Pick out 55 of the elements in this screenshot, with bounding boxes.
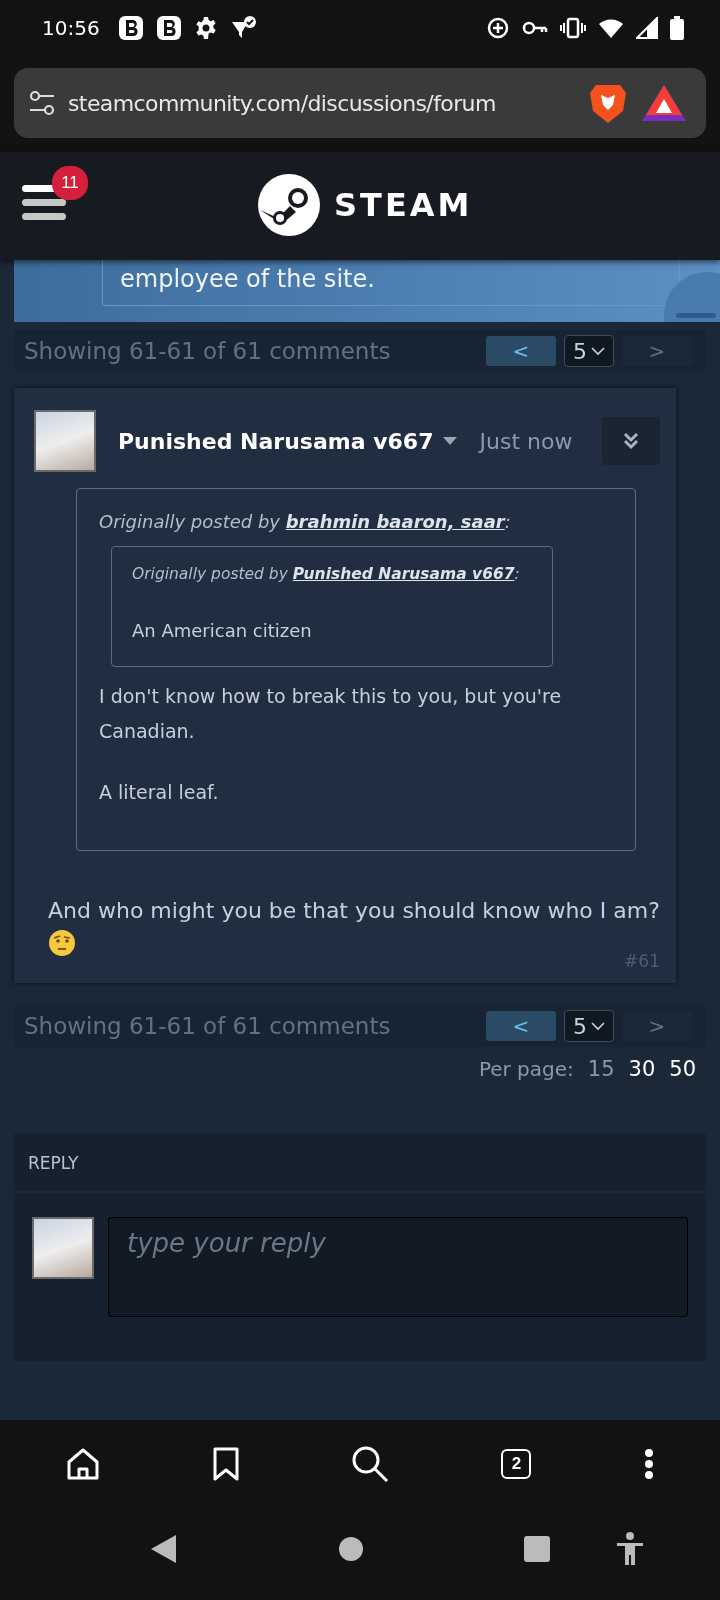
home-button-icon[interactable] xyxy=(338,1536,364,1562)
author-link[interactable]: Punished Narusama v667 xyxy=(292,565,515,583)
chevron-down-icon xyxy=(591,346,605,356)
page-select[interactable]: 5 xyxy=(564,1010,614,1042)
quote-attribution: Originally posted by Punished Narusama v667: xyxy=(132,565,521,583)
status-time: 10:56 xyxy=(42,16,100,40)
comment-count-text: Showing 61-61 of 61 comments xyxy=(24,338,392,364)
address-bar[interactable]: steamcommunity.com/discussions/forum xyxy=(14,68,706,138)
app-notification-icon xyxy=(155,15,182,41)
caret-icon[interactable] xyxy=(443,437,458,445)
quote-text: employee of the site. xyxy=(120,264,375,294)
data-saver-icon xyxy=(486,16,510,40)
steam-wordmark[interactable]: STEAM xyxy=(334,186,473,224)
gear-icon xyxy=(193,16,218,40)
url-text: steamcommunity.com/discussions/forum xyxy=(68,90,497,116)
post-text: And who might you be that you should know who I am? xyxy=(48,897,660,925)
double-chevron-down-icon xyxy=(623,432,639,450)
wifi-icon xyxy=(598,17,624,39)
author-name[interactable]: Punished Narusama v667 xyxy=(118,428,434,454)
site-settings-icon[interactable] xyxy=(28,89,56,117)
steam-logo-icon[interactable] xyxy=(258,174,320,236)
home-icon[interactable] xyxy=(66,1447,101,1481)
per-page-option[interactable]: 15 xyxy=(587,1057,615,1081)
per-page-option[interactable]: 30 xyxy=(628,1057,656,1081)
signal-icon xyxy=(636,17,658,39)
chevron-down-icon xyxy=(591,1021,605,1031)
triangle-logo-icon[interactable] xyxy=(640,83,688,123)
search-icon[interactable] xyxy=(350,1445,389,1483)
battery-icon xyxy=(670,16,684,40)
quote-text: A literal leaf. xyxy=(99,780,220,805)
tab-count-button[interactable]: 2 xyxy=(501,1449,532,1479)
menu-button[interactable]: 11 xyxy=(22,166,92,228)
comment-count-text: Showing 61-61 of 61 comments xyxy=(24,1013,392,1039)
per-page-option[interactable]: 50 xyxy=(669,1057,696,1081)
reply-heading: REPLY xyxy=(14,1133,706,1193)
avatar-image[interactable] xyxy=(34,410,96,472)
previous-page-button[interactable]: < xyxy=(486,336,556,366)
quote-text: I don't know how to break this to you, but you're Canadian. xyxy=(99,684,563,744)
avatar-image xyxy=(32,1217,94,1279)
vibrate-icon xyxy=(560,17,586,39)
author-link[interactable]: brahmin baaron, saar xyxy=(285,511,505,532)
more-options-icon[interactable] xyxy=(643,1448,654,1480)
bookmark-icon[interactable] xyxy=(212,1447,239,1481)
previous-page-button[interactable]: < xyxy=(486,1011,556,1041)
quote-text: An American citizen xyxy=(132,619,313,643)
expand-button[interactable] xyxy=(602,417,660,465)
quote-attribution: Originally posted by brahmin baaron, saar: xyxy=(99,511,512,532)
reply-input-field[interactable]: type your reply xyxy=(108,1217,688,1317)
per-page-label: Per page: xyxy=(478,1057,574,1081)
post-time: Just now xyxy=(479,428,574,454)
app-notification-icon xyxy=(117,15,144,41)
accessibility-icon[interactable] xyxy=(616,1532,644,1566)
page-select[interactable]: 5 xyxy=(564,335,614,367)
back-icon[interactable] xyxy=(150,1534,178,1564)
raised-eyebrow-emoji-icon xyxy=(48,929,76,957)
